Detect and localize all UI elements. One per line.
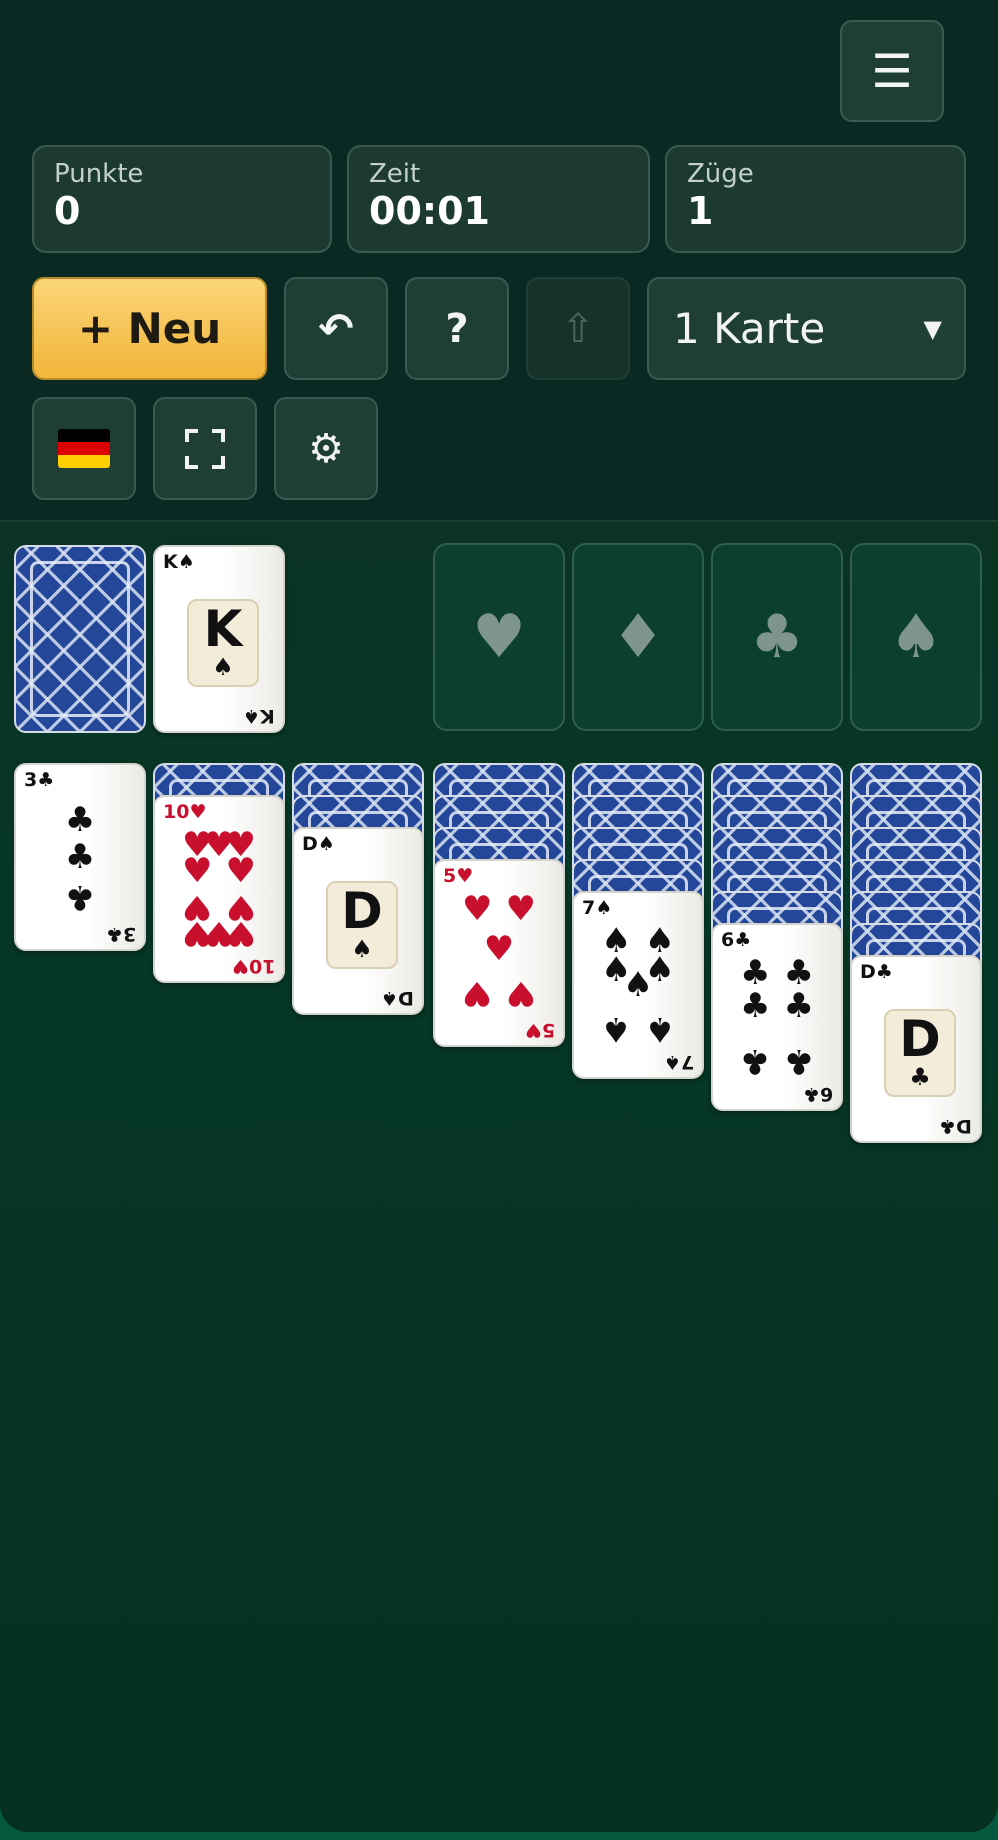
gear-icon: ⚙ — [308, 425, 344, 472]
card-corner-bottom: D♠ — [381, 987, 414, 1009]
foundation-hearts[interactable]: ♥ — [433, 543, 565, 731]
card-pips: ♠ ♠ ♠ ♠ ♠ ♠ ♠ — [574, 893, 702, 1077]
chevron-down-icon: ▼ — [923, 314, 942, 343]
card-corner-bottom: K♠ — [243, 705, 275, 727]
suit-pip-icon: ♣ — [64, 877, 96, 918]
fullscreen-button[interactable] — [153, 397, 257, 500]
time-label: Zeit — [369, 159, 421, 189]
time-panel: Zeit 00:01 — [347, 145, 650, 253]
card-corner: K♠ — [163, 551, 195, 573]
hint-label: ? — [445, 305, 469, 352]
card-pips: ♥ ♥ ♥ ♥ ♥ ♥ ♥ ♥ ♥ ♥ — [155, 797, 283, 981]
suit-pip-icon: ♥ — [461, 888, 493, 929]
card-corner-bottom: 7♠ — [663, 1051, 694, 1073]
german-flag-icon — [58, 429, 110, 468]
hint-button[interactable]: ? — [405, 277, 509, 380]
heart-icon: ♥ — [472, 602, 526, 672]
suit-pip-icon: ♠ — [600, 1009, 632, 1050]
card-corner-bottom: D♣ — [939, 1115, 972, 1137]
foundation-clubs[interactable]: ♣ — [711, 543, 843, 731]
tableau-card[interactable]: 3♣ ♣ ♣ ♣ 3♣ — [14, 763, 146, 951]
suit-pip-icon: ♥ — [505, 973, 536, 1014]
suit-pip-icon: ♥ — [461, 973, 493, 1014]
time-value: 00:01 — [369, 189, 490, 233]
face-card-emblem: D ♠ — [326, 881, 398, 969]
header: ☰ Punkte 0 Zeit 00:01 Züge 1 + Neu ↶ ? ⇧… — [0, 0, 998, 522]
foundation-spades[interactable]: ♠ — [850, 543, 982, 731]
fullscreen-icon — [185, 428, 225, 469]
settings-button[interactable]: ⚙ — [274, 397, 378, 500]
spade-icon: ♠ — [889, 602, 943, 672]
autocomplete-button[interactable]: ⇧ — [526, 277, 630, 380]
tableau-card[interactable]: 5♥ ♥ ♥ ♥ ♥ ♥ 5♥ — [433, 859, 565, 1047]
card-corner: D♠ — [302, 833, 335, 855]
foundation-diamonds[interactable]: ♦ — [572, 543, 704, 731]
suit-pip-icon: ♠ — [622, 965, 654, 1005]
suit-pip-icon: ♥ — [505, 888, 536, 929]
suit-pip-icon: ♥ — [225, 913, 256, 954]
stock-pile[interactable] — [14, 545, 146, 733]
undo-button[interactable]: ↶ — [284, 277, 388, 380]
moves-panel: Züge 1 — [665, 145, 966, 253]
language-button[interactable] — [32, 397, 136, 500]
suit-pip-icon: ♣ — [64, 837, 96, 877]
suit-pip-icon: ♣ — [783, 1041, 814, 1082]
club-icon: ♣ — [750, 602, 804, 672]
waste-top-card[interactable]: K♠ K ♠ K♠ — [153, 545, 285, 733]
suit-pip-icon: ♣ — [739, 985, 771, 1026]
card-pips: ♣ ♣ ♣ — [16, 765, 144, 949]
suit-pip-icon: ♣ — [783, 985, 814, 1026]
up-arrow-icon: ⇧ — [561, 305, 595, 352]
menu-button[interactable]: ☰ — [840, 20, 944, 122]
new-game-label: + Neu — [77, 304, 222, 353]
suit-pip-icon: ♣ — [64, 800, 96, 841]
diamond-icon: ♦ — [611, 602, 665, 672]
hamburger-icon: ☰ — [871, 44, 913, 98]
face-card-emblem: D ♣ — [884, 1009, 956, 1097]
undo-icon: ↶ — [318, 304, 354, 353]
new-game-button[interactable]: + Neu — [32, 277, 267, 380]
draw-mode-value: 1 Karte — [673, 304, 826, 353]
card-corner-bottom: 3♣ — [105, 923, 136, 945]
tableau-card[interactable]: 7♠ ♠ ♠ ♠ ♠ ♠ ♠ ♠ 7♠ — [572, 891, 704, 1079]
suit-pip-icon: ♥ — [483, 929, 515, 970]
score-label: Punkte — [54, 159, 144, 189]
score-value: 0 — [54, 189, 81, 233]
tableau-card[interactable]: 6♣ ♣ ♣ ♣ ♣ ♣ ♣ 6♣ — [711, 923, 843, 1111]
suit-pip-icon: ♠ — [644, 1009, 675, 1050]
card-pips: ♥ ♥ ♥ ♥ ♥ — [435, 861, 563, 1045]
face-card-emblem: K ♠ — [187, 599, 259, 687]
suit-pip-icon: ♥ — [225, 850, 256, 891]
moves-value: 1 — [687, 189, 714, 233]
suit-pip-icon: ♣ — [783, 952, 814, 993]
card-corner-bottom: 5♥ — [524, 1019, 555, 1041]
card-pips: ♣ ♣ ♣ ♣ ♣ ♣ — [713, 925, 841, 1109]
card-corner: D♣ — [860, 961, 893, 983]
suit-pip-icon: ♣ — [739, 952, 771, 993]
suit-pip-icon: ♣ — [739, 1041, 771, 1082]
tableau-card[interactable]: 10♥ ♥ ♥ ♥ ♥ ♥ ♥ ♥ ♥ ♥ ♥ 10♥ — [153, 795, 285, 983]
card-corner-bottom: 6♣ — [802, 1083, 833, 1105]
solitaire-app: ☰ Punkte 0 Zeit 00:01 Züge 1 + Neu ↶ ? ⇧… — [0, 0, 998, 1832]
tableau-card[interactable]: D♣ D ♣ D♣ — [850, 955, 982, 1143]
card-corner-bottom: 10♥ — [231, 955, 275, 977]
moves-label: Züge — [687, 159, 754, 189]
tableau-card[interactable]: D♠ D ♠ D♠ — [292, 827, 424, 1015]
score-panel: Punkte 0 — [32, 145, 332, 253]
suit-pip-icon: ♥ — [181, 850, 213, 891]
draw-mode-select[interactable]: 1 Karte ▼ — [647, 277, 966, 380]
